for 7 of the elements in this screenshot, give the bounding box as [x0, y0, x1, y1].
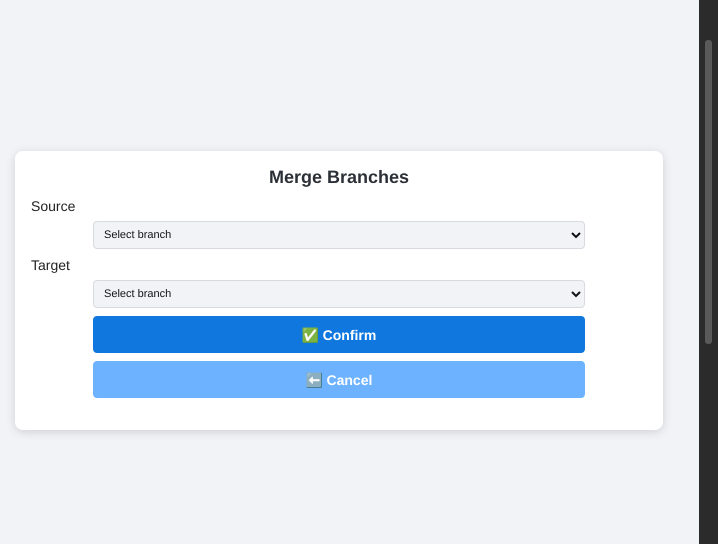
scrollbar[interactable] [705, 40, 712, 344]
field-label: Source [31, 198, 76, 214]
confirm-button[interactable]: ✅ Confirm [93, 316, 585, 353]
branch-select[interactable]: Select branch [93, 221, 585, 249]
branch-select[interactable]: Select branch [93, 280, 585, 308]
field-label: Target [31, 257, 70, 273]
dialog-title: Merge Branches [268, 167, 410, 188]
